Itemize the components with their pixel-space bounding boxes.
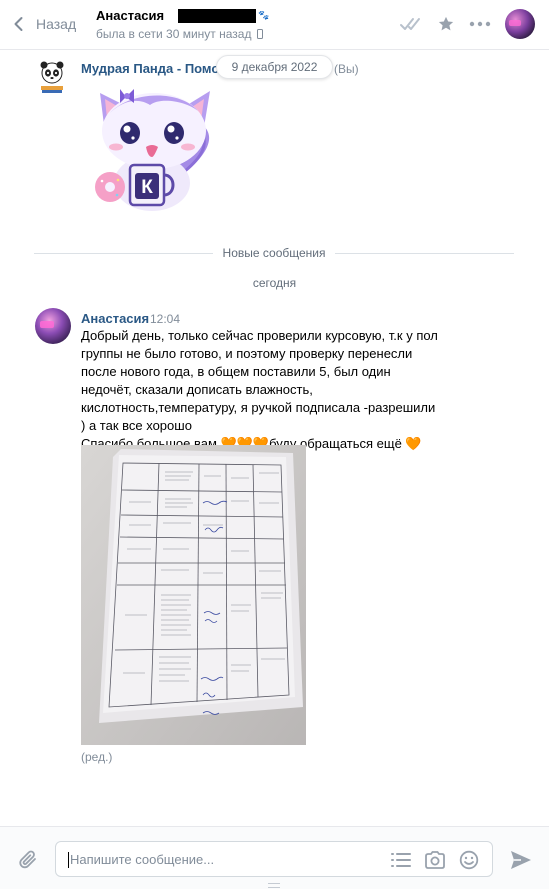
peer-name: Анастасия: [96, 8, 165, 23]
sender-name[interactable]: Мудрая Панда - Помо: [81, 61, 219, 76]
favorite-button[interactable]: [429, 7, 463, 41]
list-icon: [391, 853, 411, 867]
peer-avatar[interactable]: [505, 9, 535, 39]
paw-icon: 🐾: [258, 10, 270, 20]
new-messages-divider: Новые сообщения: [34, 244, 515, 262]
resize-grip[interactable]: [268, 883, 280, 888]
attached-photo[interactable]: [81, 445, 306, 745]
cat-sticker[interactable]: К: [90, 85, 215, 215]
more-button[interactable]: [463, 7, 497, 41]
more-icon: [469, 21, 491, 27]
double-check-icon: [400, 18, 420, 30]
heart-emoji: 🧡: [405, 436, 422, 451]
header-actions: [395, 0, 549, 48]
self-suffix: (Вы): [334, 62, 359, 76]
send-icon[interactable]: [508, 847, 534, 873]
camera-icon: [425, 851, 445, 869]
read-status-button[interactable]: [395, 7, 429, 41]
message-composer: Напишите сообщение...: [0, 826, 549, 889]
paperclip-icon[interactable]: [16, 848, 40, 872]
mug-letter: К: [141, 177, 153, 198]
redacted-surname: [178, 8, 257, 23]
date-separator: сегодня: [252, 276, 297, 290]
message-time[interactable]: 12:04: [150, 312, 180, 326]
star-icon: [438, 16, 454, 31]
back-button[interactable]: Назад: [10, 12, 76, 36]
back-label: Назад: [36, 16, 77, 32]
sender-name[interactable]: Анастасия: [81, 311, 149, 326]
templates-button[interactable]: [384, 848, 418, 872]
document-photo: [81, 445, 306, 745]
edited-label: (ред.): [81, 750, 113, 764]
mobile-icon: [257, 29, 264, 39]
smile-icon: [459, 850, 479, 870]
panda-avatar[interactable]: [39, 60, 65, 94]
camera-button[interactable]: [418, 848, 452, 872]
chat-header: Назад Анастасия 🐾 была в сети 30 минут н…: [0, 0, 549, 50]
emoji-button[interactable]: [452, 848, 486, 872]
text-caret: [68, 852, 69, 868]
message-paragraph: Добрый день, только сейчас проверили кур…: [81, 328, 438, 433]
chevron-left-icon: [14, 17, 23, 31]
message-placeholder: Напишите сообщение...: [70, 852, 215, 867]
peer-status: была в сети 30 минут назад: [96, 27, 252, 41]
sender-avatar[interactable]: [35, 308, 71, 344]
new-messages-label: Новые сообщения: [222, 246, 326, 260]
date-badge: 9 декабря 2022: [216, 55, 333, 79]
message-input[interactable]: Напишите сообщение...: [55, 841, 493, 877]
peer-info[interactable]: Анастасия 🐾 была в сети 30 минут назад: [96, 7, 269, 41]
